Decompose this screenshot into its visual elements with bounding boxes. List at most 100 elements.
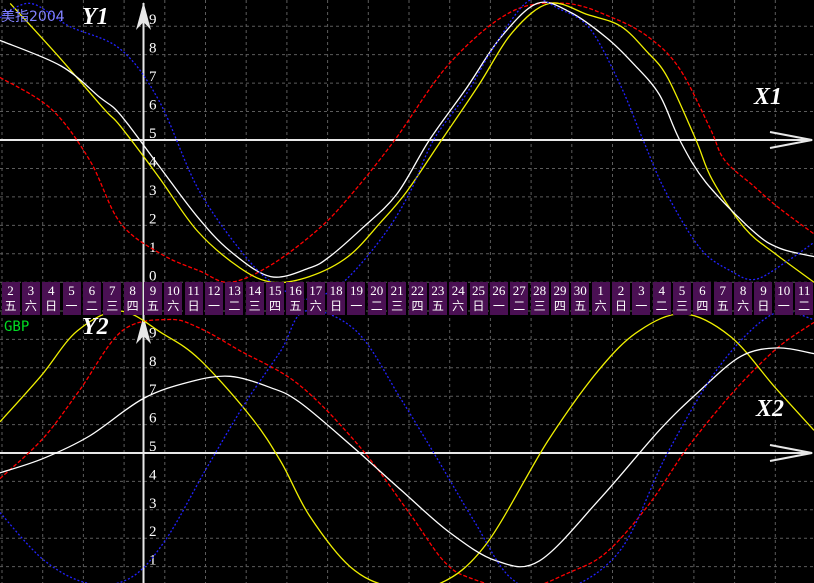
date-cell: 13 二: [225, 282, 244, 315]
date-cell: 6四: [693, 282, 712, 315]
top-blue-cycle: [0, 0, 814, 300]
date-cell: 12 一: [205, 282, 223, 315]
date-cell-day: 19: [349, 283, 363, 298]
date-cell-day: 22: [411, 283, 424, 298]
date-cell: 4日: [42, 282, 61, 315]
date-cell-weekday: 三: [533, 299, 546, 313]
date-cell-day: 1: [597, 283, 604, 298]
date-cell-day: 21: [390, 283, 404, 298]
date-cell-day: 7: [719, 283, 727, 298]
date-cell: 15 四: [266, 282, 285, 315]
date-cell-weekday: 三: [248, 299, 261, 313]
date-cell-day: 17: [309, 283, 323, 298]
date-cell: 11 二: [795, 282, 814, 315]
date-cell-weekday: 五: [716, 299, 729, 313]
x1-axis-label: X1: [754, 84, 783, 110]
date-cell-day: 9: [760, 283, 767, 298]
date-cell-weekday: 五: [146, 299, 159, 313]
date-cell: 1六: [591, 282, 610, 315]
date-cell-day: 4: [47, 283, 55, 298]
date-cell-day: 10: [777, 283, 791, 298]
date-cell-day: 15: [268, 283, 282, 298]
date-cell: 11 日: [184, 282, 203, 315]
date-cell-weekday: 四: [553, 299, 566, 313]
date-cell-day: 6: [88, 283, 96, 298]
date-cell: 25 日: [469, 282, 488, 315]
date-cell: 7五: [713, 282, 732, 315]
date-cell-weekday: 日: [614, 299, 627, 313]
date-cell-day: 3: [27, 283, 35, 298]
date-cell: 20 二: [367, 282, 386, 315]
date-cell: 10 一: [774, 282, 793, 315]
date-cell-day: 8: [739, 283, 747, 298]
date-cell: 10 六: [164, 282, 183, 315]
date-cell-day: 5: [678, 283, 686, 298]
date-cell-weekday: 三: [391, 299, 404, 313]
date-cell: 24 六: [449, 282, 468, 315]
date-cell-day: 27: [512, 283, 526, 298]
y1-tick-label: 1: [149, 240, 157, 256]
date-cell-weekday: 五: [431, 299, 444, 313]
date-cell-day: 9: [149, 283, 157, 298]
chart-window: 9876543210987654321 美指2004 Y1 X1 GBP Y2 …: [0, 0, 814, 583]
date-cell: 14 三: [245, 282, 264, 315]
date-cell-day: 12: [207, 283, 221, 298]
date-cell-weekday: 日: [757, 299, 770, 313]
date-cell: 9日: [754, 282, 773, 315]
date-cell: 2五: [1, 282, 20, 315]
date-cell: 28 三: [530, 282, 549, 315]
date-cell-day: 11: [797, 283, 811, 298]
date-cell-day: 13: [227, 283, 241, 298]
date-cell-day: 16: [288, 283, 302, 298]
date-cell-weekday: 五: [574, 299, 587, 313]
date-cell-day: 25: [472, 283, 486, 298]
date-cell: 5三: [673, 282, 692, 315]
top-red-cycle: [0, 2, 814, 283]
date-cell-weekday: 日: [187, 299, 200, 313]
y1-tick-label: 8: [149, 41, 157, 57]
date-cell-day: 14: [248, 283, 262, 298]
date-cell-day: 3: [638, 283, 645, 298]
date-cell-day: 11: [187, 283, 200, 298]
date-cell-weekday: 六: [24, 299, 37, 313]
date-cell-weekday: 一: [350, 299, 363, 313]
y2-tick-label: 8: [149, 354, 157, 370]
date-cell-weekday: 二: [370, 299, 383, 313]
date-cell-day: 5: [68, 283, 75, 298]
date-cell-weekday: 六: [452, 299, 465, 313]
date-cell: 9五: [143, 282, 162, 315]
x2-axis-label: X2: [756, 396, 785, 422]
date-cell-weekday: 三: [106, 299, 119, 313]
date-cell-day: 29: [553, 283, 567, 298]
date-cell-day: 30: [573, 283, 587, 298]
date-cell: 7三: [103, 282, 122, 315]
date-cell-weekday: 日: [472, 299, 485, 313]
date-cell: 8六: [734, 282, 753, 315]
date-cell-weekday: 一: [65, 299, 78, 313]
y2-tick-label: 4: [149, 467, 157, 483]
date-cell: 3六: [21, 282, 40, 315]
y1-axis-label: Y1: [82, 4, 109, 30]
y1-tick-label: 6: [149, 98, 157, 114]
y1-tick-label: 5: [149, 126, 157, 142]
date-cell-weekday: 二: [513, 299, 526, 313]
date-cell: 19 一: [347, 282, 366, 315]
date-cell: 6二: [82, 282, 101, 315]
date-cell-day: 18: [329, 283, 343, 298]
date-cell: 3一: [632, 282, 651, 315]
date-cell-weekday: 日: [330, 299, 343, 313]
date-cell-weekday: 四: [269, 299, 282, 313]
date-cell: 8四: [123, 282, 142, 315]
y1-tick-label: 7: [149, 69, 157, 85]
date-cell-day: 10: [166, 283, 180, 298]
date-cell-day: 26: [492, 283, 506, 298]
y1-tick-label: 2: [149, 211, 157, 227]
y1-tick-label: 9: [149, 12, 157, 28]
date-cell-weekday: 四: [126, 299, 139, 313]
date-cell: 16 五: [286, 282, 305, 315]
date-cell-day: 7: [109, 283, 116, 298]
bottom-white-cycle: [0, 347, 814, 568]
y2-axis-label: Y2: [82, 314, 109, 340]
date-cell-day: 24: [451, 283, 465, 298]
date-cell: 21 三: [388, 282, 407, 315]
